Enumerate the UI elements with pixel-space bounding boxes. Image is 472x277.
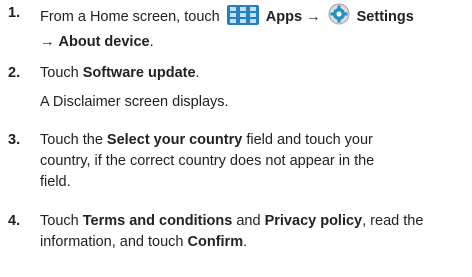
privacy-policy-label: Privacy policy (264, 213, 363, 229)
settings-label: Settings (356, 9, 414, 25)
step-text-suffix: field and touch your (246, 132, 373, 148)
arrow: → (306, 9, 321, 25)
step-number: 3. (8, 132, 21, 148)
step-text-line2: information, and touch Confirm. (40, 232, 470, 253)
period: . (149, 34, 154, 50)
arrow: → (40, 34, 55, 50)
step-text-line3: field. (40, 174, 71, 190)
step-text-line2-prefix: information, and touch (40, 234, 184, 250)
period: . (243, 234, 248, 250)
step-text: Touch the Select your country field and … (40, 130, 470, 193)
period: . (195, 65, 200, 81)
step-text-line2: → About device. (40, 32, 470, 53)
step-text-prefix: Touch (40, 213, 79, 229)
step-text-suffix: , read the (362, 213, 424, 229)
step-text-prefix: Touch the (40, 132, 103, 148)
step-text: From a Home screen, touch Apps → Setting… (40, 3, 470, 53)
step-text-line2: country, if the correct country does not… (40, 153, 375, 169)
step-text-prefix: From a Home screen, touch (40, 9, 220, 25)
step-text: Touch Terms and conditions and Privacy p… (40, 211, 470, 253)
terms-label: Terms and conditions (82, 213, 233, 229)
step-text-prefix: Touch (40, 65, 79, 81)
software-update-label: Software update (82, 65, 196, 81)
apps-grid-icon (226, 5, 259, 32)
step-text-and: and (236, 213, 261, 229)
confirm-label: Confirm (187, 234, 244, 250)
step-text: Touch Software update. A Disclaimer scre… (40, 63, 470, 113)
settings-gear-icon (328, 3, 350, 32)
select-country-label: Select your country (106, 132, 243, 148)
step-number: 1. (8, 5, 21, 21)
step-number: 4. (8, 213, 21, 229)
step-note: A Disclaimer screen displays. (40, 94, 229, 110)
apps-label: Apps (265, 9, 303, 25)
step-number: 2. (8, 65, 21, 81)
about-device-label: About device (58, 34, 150, 50)
